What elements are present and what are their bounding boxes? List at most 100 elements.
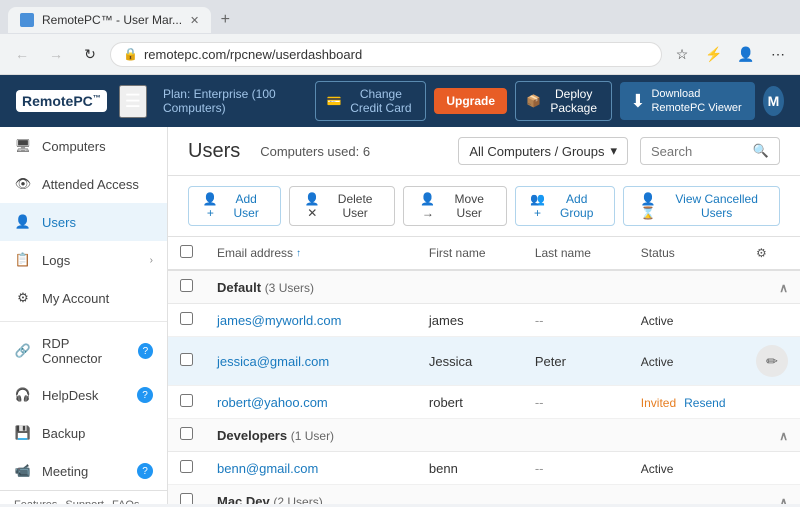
- faqs-link[interactable]: FAQs: [112, 499, 140, 504]
- computers-groups-dropdown[interactable]: All Computers / Groups ▾: [458, 137, 628, 165]
- sidebar-item-logs[interactable]: 📋 Logs ›: [0, 241, 167, 279]
- sidebar-item-meeting[interactable]: 📹 Meeting ?: [0, 452, 167, 490]
- users-table-container: Email address ↑ First name Last name: [168, 237, 800, 504]
- upgrade-button[interactable]: Upgrade: [434, 88, 507, 114]
- menu-icon[interactable]: ⋯: [764, 40, 792, 68]
- rdp-connector-icon: 🔗: [14, 342, 32, 360]
- move-user-button[interactable]: 👤→ Move User: [403, 186, 507, 226]
- th-status[interactable]: Status: [629, 237, 744, 270]
- group-collapse-icon[interactable]: ∧: [779, 281, 788, 295]
- deploy-package-button[interactable]: 📦 Deploy Package: [515, 81, 612, 121]
- sidebar-item-rdp-connector[interactable]: 🔗 RDP Connector ?: [0, 326, 167, 376]
- row-email[interactable]: james@myworld.com: [217, 313, 341, 328]
- rdp-help-badge[interactable]: ?: [138, 343, 153, 359]
- group-name: Mac Dev: [217, 494, 270, 505]
- group-checkbox[interactable]: [180, 427, 193, 440]
- close-tab-button[interactable]: ✕: [190, 14, 199, 27]
- column-settings-icon[interactable]: ⚙: [756, 246, 767, 260]
- group-expand-cell: ∧: [744, 270, 800, 304]
- deploy-icon: 📦: [526, 94, 541, 108]
- content-header: Users Computers used: 6 All Computers / …: [168, 127, 800, 176]
- select-all-checkbox[interactable]: [180, 245, 193, 258]
- th-lastname[interactable]: Last name: [523, 237, 629, 270]
- resend-link[interactable]: Resend: [684, 396, 725, 410]
- support-link[interactable]: Support: [65, 499, 104, 504]
- row-checkbox[interactable]: [180, 312, 193, 325]
- row-email[interactable]: jessica@gmail.com: [217, 354, 329, 369]
- group-name: Developers: [217, 428, 287, 443]
- meeting-icon: 📹: [14, 462, 32, 480]
- search-box[interactable]: 🔍: [640, 137, 780, 165]
- row-action-cell: [744, 304, 800, 337]
- content-area: Users Computers used: 6 All Computers / …: [168, 127, 800, 504]
- status-active: Active: [641, 355, 674, 369]
- row-checkbox[interactable]: [180, 353, 193, 366]
- sidebar-item-helpdesk[interactable]: 🎧 HelpDesk ?: [0, 376, 167, 414]
- refresh-button[interactable]: ↻: [76, 40, 104, 68]
- row-action-cell: ✏: [744, 337, 800, 386]
- sidebar-label-logs: Logs: [42, 253, 70, 268]
- row-checkbox[interactable]: [180, 460, 193, 473]
- sidebar-item-backup[interactable]: 💾 Backup: [0, 414, 167, 452]
- row-action-cell: [744, 386, 800, 419]
- move-user-icon: 👤→: [416, 192, 439, 220]
- change-credit-card-button[interactable]: 💳 Change Credit Card: [315, 81, 426, 121]
- add-group-button[interactable]: 👥+ Add Group: [515, 186, 614, 226]
- sidebar-item-users[interactable]: 👤 Users: [0, 203, 167, 241]
- logs-chevron-icon: ›: [150, 255, 153, 266]
- bookmark-icon[interactable]: ☆: [668, 40, 696, 68]
- helpdesk-help-badge[interactable]: ?: [137, 387, 153, 403]
- th-checkbox: [168, 237, 205, 270]
- meeting-help-badge[interactable]: ?: [137, 463, 153, 479]
- th-email[interactable]: Email address ↑: [205, 237, 417, 270]
- table-group-row: Default (3 Users) ∧: [168, 270, 800, 304]
- hamburger-button[interactable]: ☰: [119, 85, 147, 118]
- address-bar[interactable]: 🔒 remotepc.com/rpcnew/userdashboard: [110, 42, 662, 67]
- features-link[interactable]: Features: [14, 499, 57, 504]
- row-email[interactable]: benn@gmail.com: [217, 461, 318, 476]
- group-collapse-icon[interactable]: ∧: [779, 495, 788, 505]
- row-firstname-cell: benn: [417, 452, 523, 485]
- forward-button[interactable]: →: [42, 40, 70, 68]
- sidebar-item-computers[interactable]: 🖥 Computers: [0, 127, 167, 165]
- profile-icon[interactable]: 👤: [732, 40, 760, 68]
- computers-icon: 🖥: [14, 137, 32, 155]
- view-cancelled-users-button[interactable]: 👤⌛ View Cancelled Users: [623, 186, 780, 226]
- new-tab-button[interactable]: +: [211, 6, 239, 34]
- download-icon: ⬇: [630, 91, 645, 112]
- sidebar-label-helpdesk: HelpDesk: [42, 388, 98, 403]
- row-lastname-cell: Peter: [523, 337, 629, 386]
- group-collapse-icon[interactable]: ∧: [779, 429, 788, 443]
- extensions-icon[interactable]: ⚡: [700, 40, 728, 68]
- row-checkbox-cell: [168, 337, 205, 386]
- edit-icon: ✏: [766, 353, 778, 370]
- row-firstname: Jessica: [429, 354, 472, 369]
- table-row: benn@gmail.com benn -- Active: [168, 452, 800, 485]
- row-firstname-cell: robert: [417, 386, 523, 419]
- header-actions: 💳 Change Credit Card Upgrade 📦 Deploy Pa…: [315, 81, 784, 121]
- group-name: Default: [217, 280, 261, 295]
- add-user-button[interactable]: 👤+ Add User: [188, 186, 281, 226]
- row-checkbox[interactable]: [180, 394, 193, 407]
- delete-user-button[interactable]: 👤✕ Delete User: [289, 186, 396, 226]
- sidebar-label-my-account: My Account: [42, 291, 109, 306]
- user-avatar[interactable]: M: [763, 86, 784, 116]
- th-firstname[interactable]: First name: [417, 237, 523, 270]
- back-button[interactable]: ←: [8, 40, 36, 68]
- row-status-cell: Active: [629, 304, 744, 337]
- edit-bubble[interactable]: ✏: [756, 345, 788, 377]
- sidebar-item-my-account[interactable]: ⚙ My Account: [0, 279, 167, 317]
- search-input[interactable]: [651, 144, 747, 159]
- download-viewer-button[interactable]: ⬇ Download RemotePC Viewer: [620, 82, 755, 121]
- logo-text: RemotePC™: [22, 93, 101, 109]
- sidebar-label-rdp-connector: RDP Connector: [42, 336, 128, 366]
- row-email[interactable]: robert@yahoo.com: [217, 395, 328, 410]
- group-checkbox[interactable]: [180, 493, 193, 504]
- sidebar-item-attended-access[interactable]: 👁 Attended Access: [0, 165, 167, 203]
- row-status-cell: InvitedResend: [629, 386, 744, 419]
- sidebar: 🖥 Computers 👁 Attended Access 👤 Users 📋 …: [0, 127, 168, 504]
- th-action: ⚙: [744, 237, 800, 270]
- group-checkbox[interactable]: [180, 279, 193, 292]
- active-tab[interactable]: RemotePC™ - User Mar... ✕: [8, 7, 211, 33]
- sidebar-label-meeting: Meeting: [42, 464, 88, 479]
